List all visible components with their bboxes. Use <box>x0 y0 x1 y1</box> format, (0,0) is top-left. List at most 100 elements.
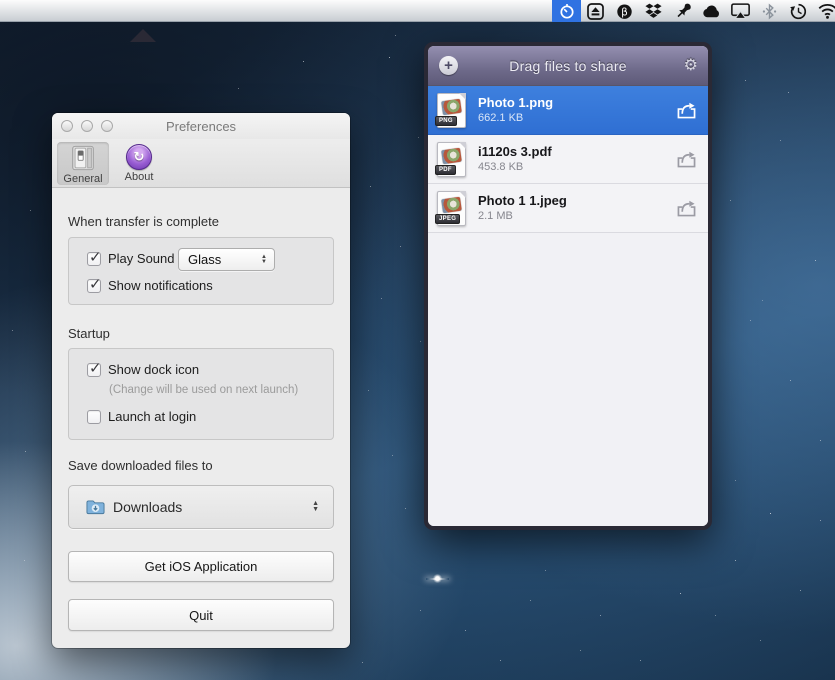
stepper-down-icon: ▼ <box>261 260 267 265</box>
tab-about[interactable]: ↻ About <box>113 142 165 185</box>
wifi-menubar-icon[interactable] <box>813 0 835 22</box>
page-fold <box>459 93 466 100</box>
file-meta: Photo 1 1.jpeg 2.1 MB <box>478 193 674 223</box>
share-button[interactable] <box>674 101 698 119</box>
sound-select-value: Glass <box>188 252 221 267</box>
save-section-label: Save downloaded files to <box>68 458 213 473</box>
add-files-button[interactable]: + <box>439 56 458 75</box>
popover-arrow <box>130 29 156 42</box>
tab-general-label: General <box>63 173 102 185</box>
file-size: 662.1 KB <box>478 111 674 125</box>
show-notifications-checkbox[interactable]: ✓ <box>87 279 101 293</box>
close-button[interactable] <box>61 120 73 132</box>
eject-box-menubar-icon[interactable] <box>581 0 610 22</box>
pin-menubar-icon[interactable] <box>668 0 697 22</box>
dropbox-icon <box>645 3 662 19</box>
download-folder-value: Downloads <box>113 499 182 515</box>
file-size: 453.8 KB <box>478 160 674 174</box>
file-type-badge: PNG <box>435 116 457 126</box>
download-folder-select[interactable]: Downloads ▲ ▼ <box>68 485 334 529</box>
share-icon <box>676 199 697 217</box>
app-timer-menubar-icon[interactable] <box>552 0 581 22</box>
transfer-groupbox: ✓ Play Sound Glass ▲ ▼ ✓ Show notificati… <box>68 237 334 305</box>
beta-icon: β <box>616 3 633 20</box>
show-dock-checkbox-row[interactable]: ✓ Show dock icon <box>87 362 199 377</box>
preferences-window: Preferences General ↻ About When transfe… <box>52 113 350 648</box>
file-row-photo-1-png[interactable]: PNG Photo 1.png 662.1 KB <box>428 86 708 135</box>
transfer-section-label: When transfer is complete <box>68 214 219 229</box>
page-fold <box>459 191 466 198</box>
zoom-button[interactable] <box>101 120 113 132</box>
quit-button[interactable]: Quit <box>68 599 334 631</box>
photo-thumbnail <box>441 147 462 164</box>
play-sound-label: Play Sound <box>108 251 175 266</box>
menu-bar: β <box>0 0 835 22</box>
quit-label: Quit <box>189 608 213 623</box>
eject-icon <box>587 3 604 20</box>
stepper-icon: ▲ ▼ <box>261 249 267 270</box>
startup-section-label: Startup <box>68 326 110 341</box>
beta-menubar-icon[interactable]: β <box>610 0 639 22</box>
play-sound-checkbox-row[interactable]: ✓ Play Sound <box>87 251 175 266</box>
dock-change-note: (Change will be used on next launch) <box>109 384 298 396</box>
share-icon <box>676 101 697 119</box>
timer-icon <box>559 3 575 20</box>
drop-zone[interactable] <box>428 233 708 526</box>
share-button[interactable] <box>674 150 698 168</box>
page-fold <box>459 142 466 149</box>
share-button[interactable] <box>674 199 698 217</box>
downloads-folder-icon <box>86 499 105 515</box>
checkmark-icon: ✓ <box>89 359 102 377</box>
titlebar[interactable]: Preferences <box>52 113 350 139</box>
svg-text:β: β <box>621 6 628 18</box>
bluetooth-icon <box>762 3 777 20</box>
time-machine-menubar-icon[interactable] <box>784 0 813 22</box>
photo-thumbnail <box>441 98 462 115</box>
file-meta: Photo 1.png 662.1 KB <box>478 95 674 125</box>
bright-star <box>433 574 442 583</box>
get-ios-application-button[interactable]: Get iOS Application <box>68 551 334 582</box>
stepper-down-icon: ▼ <box>312 507 319 513</box>
file-type-badge: PDF <box>435 165 456 175</box>
plus-icon: + <box>444 58 453 73</box>
gear-icon: ⚙ <box>684 57 698 74</box>
show-dock-label: Show dock icon <box>108 362 199 377</box>
checkmark-icon: ✓ <box>89 248 102 266</box>
play-sound-checkbox[interactable]: ✓ <box>87 252 101 266</box>
minimize-button[interactable] <box>81 120 93 132</box>
pushpin-icon <box>675 3 691 20</box>
show-notifications-checkbox-row[interactable]: ✓ Show notifications <box>87 278 213 293</box>
airplay-icon <box>731 3 750 19</box>
popover-title: Drag files to share <box>509 58 626 74</box>
bluetooth-menubar-icon[interactable] <box>755 0 784 22</box>
file-name: Photo 1 1.jpeg <box>478 193 674 209</box>
file-name: i1120s 3.pdf <box>478 144 674 160</box>
launch-login-checkbox[interactable] <box>87 410 101 424</box>
sound-select[interactable]: Glass ▲ ▼ <box>178 248 275 271</box>
show-dock-checkbox[interactable]: ✓ <box>87 363 101 377</box>
file-type-badge: JPEG <box>435 214 460 224</box>
show-notifications-label: Show notifications <box>108 278 213 293</box>
file-meta: i1120s 3.pdf 453.8 KB <box>478 144 674 174</box>
get-ios-application-label: Get iOS Application <box>145 559 258 574</box>
cloud-menubar-icon[interactable] <box>697 0 726 22</box>
launch-login-checkbox-row[interactable]: Launch at login <box>87 409 196 424</box>
file-name: Photo 1.png <box>478 95 674 111</box>
menu-bar-status-icons: β <box>552 0 835 22</box>
startup-groupbox: ✓ Show dock icon (Change will be used on… <box>68 348 334 440</box>
preferences-toolbar: General ↻ About <box>52 139 350 188</box>
dropbox-menubar-icon[interactable] <box>639 0 668 22</box>
jpeg-file-icon: JPEG <box>437 191 466 226</box>
wifi-icon <box>818 4 835 19</box>
file-row-photo-1-1-jpeg[interactable]: JPEG Photo 1 1.jpeg 2.1 MB <box>428 184 708 233</box>
refresh-arrow-glyph: ↻ <box>134 149 145 165</box>
airplay-menubar-icon[interactable] <box>726 0 755 22</box>
png-file-icon: PNG <box>437 93 466 128</box>
tab-general[interactable]: General <box>57 142 109 185</box>
file-row-i1120s-3-pdf[interactable]: PDF i1120s 3.pdf 453.8 KB <box>428 135 708 184</box>
settings-button[interactable]: ⚙ <box>684 55 698 77</box>
checkmark-icon: ✓ <box>89 275 102 293</box>
traffic-lights <box>52 120 113 132</box>
share-popover: + Drag files to share ⚙ PNG Photo 1.png … <box>424 42 712 530</box>
pdf-file-icon: PDF <box>437 142 466 177</box>
